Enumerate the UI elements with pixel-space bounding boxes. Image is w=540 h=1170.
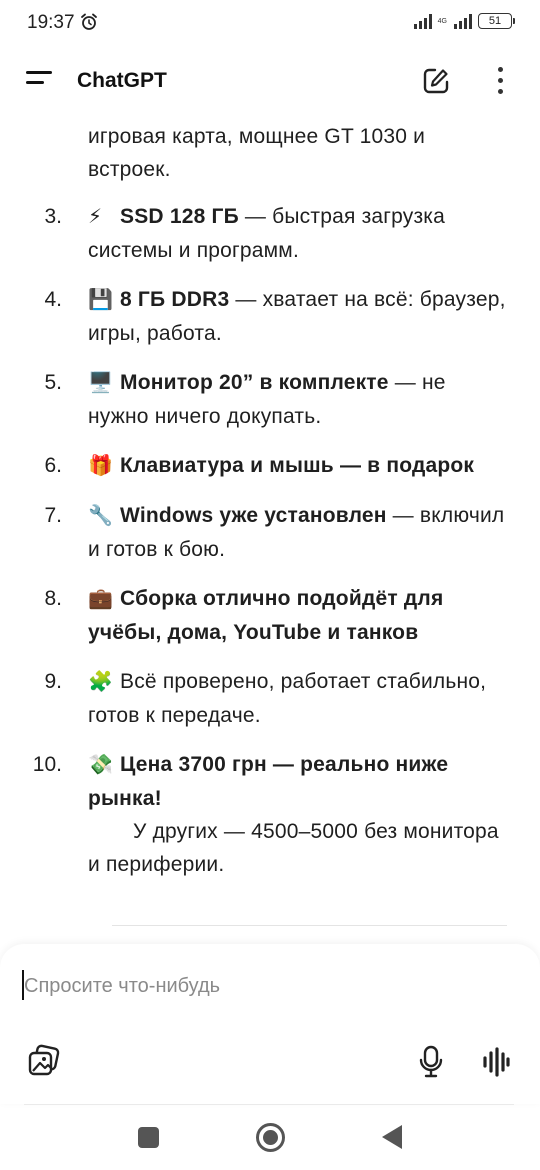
gift-icon: 🎁 — [88, 455, 114, 477]
alarm-icon — [81, 13, 97, 30]
puzzle-icon: 🧩 — [88, 671, 114, 693]
list-number: 10. — [32, 753, 62, 776]
list-number: 5. — [44, 371, 62, 394]
briefcase-icon: 💼 — [88, 588, 114, 610]
monitor-icon: 🖥️ — [88, 372, 114, 394]
prompt-input[interactable] — [24, 970, 504, 1002]
money-icon: 💸 — [88, 754, 114, 776]
attach-image-icon[interactable] — [27, 1044, 61, 1078]
floppy-disk-icon: 💾 — [88, 289, 114, 311]
list-item: 10. 💸 Цена 3700 грн — реально ниже рынка!… — [0, 748, 540, 881]
app-title: ChatGPT — [77, 69, 167, 92]
list-item-extra: У других — 4500–5000 без монитора и пери… — [88, 820, 499, 876]
list-item-bold: Сборка отлично подойдёт для учёбы, дома,… — [88, 587, 444, 644]
list-item-text: Всё проверено, работает стабильно, готов… — [88, 670, 487, 727]
composer — [0, 944, 540, 1104]
list-item: 7. 🔧 Windows уже установлен — включил и г… — [0, 499, 540, 566]
list-item-bold: 8 ГБ DDR3 — [120, 288, 230, 311]
recent-apps-button[interactable] — [138, 1127, 159, 1148]
list-item-bold: Цена 3700 грн — реально ниже рынка! — [88, 753, 449, 810]
signal-icon — [413, 13, 432, 29]
list-item-bold: Монитор 20” в комплекте — [120, 371, 389, 394]
nav-divider — [24, 1104, 514, 1105]
list-item-bold: SSD 128 ГБ — [120, 205, 239, 228]
list-number: 3. — [44, 205, 62, 228]
more-options-icon[interactable] — [494, 67, 508, 95]
signal-icon-2 — [454, 13, 472, 29]
new-chat-icon[interactable] — [421, 66, 451, 96]
list-number: 8. — [44, 587, 62, 610]
list-number: 6. — [44, 454, 62, 477]
list-item: 8. 💼 Сборка отлично подойдёт для учёбы, д… — [0, 582, 540, 649]
lightning-icon: ⚡ — [88, 206, 103, 228]
back-button[interactable] — [382, 1125, 402, 1149]
list-item: 9. 🧩 Всё проверено, работает стабильно, г… — [0, 665, 540, 732]
microphone-icon[interactable] — [418, 1045, 444, 1079]
voice-mode-icon[interactable] — [482, 1047, 510, 1077]
list-item: 6. 🎁 Клавиатура и мышь — в подарок — [0, 449, 540, 483]
status-time: 19:37 — [27, 12, 75, 33]
list-item-bold: Клавиатура и мышь — в подарок — [120, 454, 475, 477]
system-nav-bar — [0, 1106, 540, 1170]
battery-icon: 51 — [478, 13, 515, 29]
battery-level: 51 — [488, 15, 502, 27]
app-header: ChatGPT — [0, 50, 540, 112]
message-continuation: игровая карта, мощнее GT 1030 и встроек. — [88, 125, 426, 181]
wrench-icon: 🔧 — [88, 505, 114, 527]
list-item-bold: Windows уже установлен — [120, 504, 387, 527]
network-type: 4G — [437, 17, 447, 25]
status-bar: 19:37 4G 51 — [0, 0, 540, 46]
list-item: 5. 🖥️ Монитор 20” в комплекте — не нужно … — [0, 366, 540, 433]
menu-icon[interactable] — [26, 71, 52, 89]
list-item: 4. 💾 8 ГБ DDR3 — хватает на всё: браузер,… — [0, 283, 540, 350]
numbered-list: 3. ⚡ SSD 128 ГБ — быстрая загрузка систем… — [0, 200, 540, 897]
status-indicators: 4G 51 — [413, 13, 515, 29]
chat-message: игровая карта, мощнее GT 1030 и встроек.… — [0, 112, 540, 922]
list-number: 7. — [44, 504, 62, 527]
list-number: 9. — [44, 670, 62, 693]
list-number: 4. — [44, 288, 62, 311]
content-divider — [112, 925, 507, 926]
list-item: 3. ⚡ SSD 128 ГБ — быстрая загрузка систем… — [0, 200, 540, 267]
home-button[interactable] — [256, 1123, 285, 1152]
